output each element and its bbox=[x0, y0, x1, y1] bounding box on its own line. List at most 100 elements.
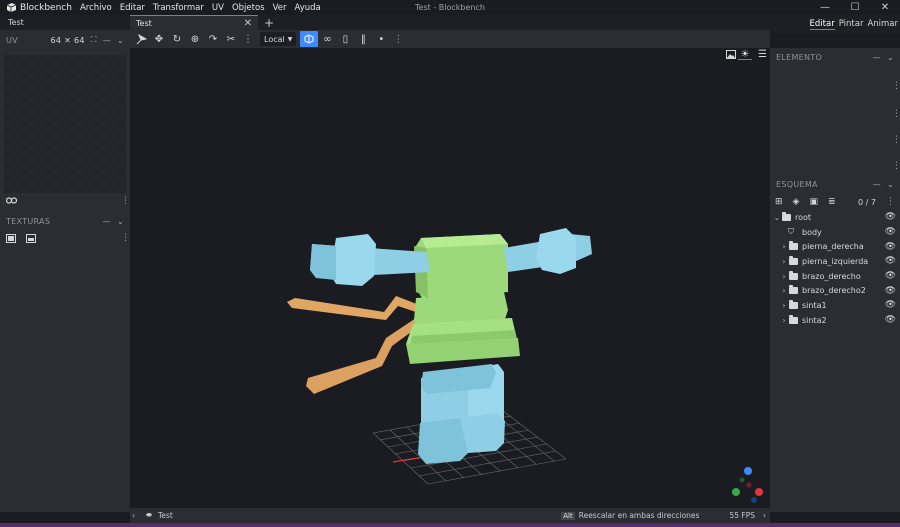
outliner-more-icon[interactable]: ⋮ bbox=[886, 197, 895, 207]
fullscreen-icon[interactable]: ⛶ bbox=[91, 35, 97, 45]
outliner-row-pierna-derecha[interactable]: › pierna_derecha 👁 bbox=[770, 239, 900, 254]
mode-pintar[interactable]: Pintar bbox=[839, 19, 864, 29]
chevron-right-icon[interactable]: › bbox=[779, 242, 789, 251]
eye-icon[interactable]: 👁 bbox=[885, 242, 896, 252]
menu-uv[interactable]: UV bbox=[212, 3, 224, 13]
eye-icon[interactable]: 👁 bbox=[885, 256, 896, 266]
new-tab-button[interactable]: + bbox=[264, 16, 274, 30]
minimize-panel-icon[interactable]: — bbox=[103, 217, 111, 226]
left-sidebar: Test UV 64 ✕ 64 ⛶ — ⌄ ⋮ TEXTURAS — ⌄ ⋮ bbox=[0, 15, 130, 512]
minimize-button[interactable]: — bbox=[810, 0, 840, 15]
link-icon[interactable] bbox=[5, 196, 18, 208]
blockbench-logo-icon bbox=[4, 0, 18, 15]
mirror-modeling-icon[interactable] bbox=[300, 31, 319, 47]
menu-archivo[interactable]: Archivo bbox=[80, 3, 112, 13]
foot-right-shape bbox=[418, 418, 468, 464]
menu-ayuda[interactable]: Ayuda bbox=[294, 3, 320, 13]
left-tab[interactable]: Test bbox=[0, 15, 130, 30]
chevron-down-icon[interactable]: ⌄ bbox=[772, 213, 782, 222]
transform-space-value: Local bbox=[264, 34, 285, 44]
vertex-snap-tool-icon[interactable]: ↷ bbox=[204, 31, 222, 47]
right-sidebar: Editar Pintar Animar ELEMENTO — ⌄ ⋮ ⋮ ⋮ … bbox=[770, 15, 900, 512]
outliner-row-sinta1[interactable]: › sinta1 👁 bbox=[770, 298, 900, 313]
add-cube-icon[interactable]: ⊞ bbox=[775, 197, 783, 207]
collapse-all-icon[interactable]: ≣ bbox=[828, 197, 836, 207]
uv-editor-canvas[interactable] bbox=[4, 55, 126, 193]
toolbar-more-icon[interactable]: ⋮ bbox=[243, 34, 253, 45]
tab-test[interactable]: Test ✕ bbox=[130, 15, 258, 30]
folder-icon bbox=[789, 255, 798, 265]
chevron-down-icon[interactable]: ⌄ bbox=[117, 217, 124, 226]
pivot-tool-icon[interactable]: ⊕ bbox=[186, 31, 204, 47]
textures-more-icon[interactable]: ⋮ bbox=[121, 233, 130, 243]
eye-icon[interactable]: 👁 bbox=[885, 286, 896, 296]
mode-editar[interactable]: Editar bbox=[809, 19, 835, 30]
outliner-row-brazo-derecho[interactable]: › brazo_derecho 👁 bbox=[770, 269, 900, 284]
menu-transformar[interactable]: Transformar bbox=[153, 3, 204, 13]
project-icon: ⬬ bbox=[146, 511, 152, 519]
transform-space-select[interactable]: Local ▼ bbox=[260, 32, 297, 46]
minimize-panel-icon[interactable]: — bbox=[873, 180, 881, 189]
chevron-right-icon[interactable]: › bbox=[779, 316, 789, 325]
chevron-left-icon[interactable]: ‹ bbox=[132, 511, 142, 520]
outliner-row-brazo-derecho2[interactable]: › brazo_derecho2 👁 bbox=[770, 283, 900, 298]
arm-left-cuff-shape bbox=[536, 228, 576, 274]
move-cross-tool-icon[interactable]: ✥ bbox=[150, 31, 168, 47]
menu-editar[interactable]: Editar bbox=[120, 3, 145, 13]
import-texture-icon[interactable] bbox=[6, 234, 16, 246]
mode-animar[interactable]: Animar bbox=[867, 19, 898, 29]
eye-icon[interactable]: 👁 bbox=[885, 227, 896, 237]
link-icon[interactable]: ∞ bbox=[318, 31, 336, 47]
folder-icon bbox=[789, 314, 798, 324]
chevron-down-icon[interactable]: ⌄ bbox=[887, 180, 894, 189]
close-window-button[interactable]: ✕ bbox=[870, 0, 900, 15]
status-project-name: Test bbox=[157, 511, 173, 520]
outliner-row-body[interactable]: ⛉ body 👁 bbox=[770, 225, 900, 240]
chevron-down-icon[interactable]: ⌄ bbox=[887, 53, 894, 62]
uv-size-label[interactable]: 64 ✕ 64 bbox=[51, 36, 85, 45]
axis-gizmo bbox=[732, 467, 763, 503]
chevron-right-icon[interactable]: › bbox=[779, 257, 789, 266]
eye-icon[interactable]: 👁 bbox=[885, 300, 896, 310]
add-group-icon[interactable]: ▣ bbox=[809, 197, 818, 207]
uv-more-icon[interactable]: ⋮ bbox=[121, 196, 130, 206]
outliner-item-label: sinta2 bbox=[802, 315, 827, 325]
element-more-icon[interactable]: ⋮ bbox=[892, 109, 900, 119]
element-more-icon[interactable]: ⋮ bbox=[892, 81, 900, 91]
menu-ver[interactable]: Ver bbox=[273, 3, 287, 13]
outliner-row-sinta2[interactable]: › sinta2 👁 bbox=[770, 313, 900, 328]
vertex-mode-icon[interactable]: • bbox=[372, 31, 390, 47]
scissors-tool-icon[interactable]: ✂ bbox=[222, 31, 240, 47]
eye-icon[interactable]: 👁 bbox=[885, 271, 896, 281]
outliner-item-label: pierna_izquierda bbox=[802, 256, 869, 266]
status-bar: ‹ ⬬ Test Alt Reescalar en ambas direccio… bbox=[130, 508, 770, 523]
element-more-icon[interactable]: ⋮ bbox=[892, 135, 900, 145]
rotate-tool-icon[interactable]: ↻ bbox=[168, 31, 186, 47]
add-mesh-icon[interactable]: ◈ bbox=[793, 197, 800, 207]
3d-viewport[interactable]: ☀ ☰ bbox=[130, 48, 770, 508]
move-tool-icon[interactable] bbox=[132, 31, 150, 47]
chevron-right-icon[interactable]: › bbox=[763, 511, 766, 520]
create-texture-icon[interactable] bbox=[26, 234, 36, 246]
maximize-button[interactable]: ☐ bbox=[840, 0, 870, 15]
toolbar-more-icon[interactable]: ⋮ bbox=[393, 34, 403, 45]
outliner-row-pierna-izquierda[interactable]: › pierna_izquierda 👁 bbox=[770, 254, 900, 269]
face-mode-icon[interactable]: ▯ bbox=[336, 31, 354, 47]
close-tab-icon[interactable]: ✕ bbox=[244, 18, 252, 29]
textures-panel-title: TEXTURAS bbox=[6, 216, 51, 226]
eye-icon[interactable]: 👁 bbox=[885, 315, 896, 325]
chevron-down-icon[interactable]: ⌄ bbox=[117, 36, 124, 45]
eye-icon[interactable]: 👁 bbox=[885, 212, 896, 222]
chevron-right-icon[interactable]: › bbox=[779, 286, 789, 295]
caret-down-icon: ▼ bbox=[287, 35, 293, 43]
minimize-panel-icon[interactable]: — bbox=[873, 53, 881, 62]
outliner-row-root[interactable]: ⌄ root 👁 bbox=[770, 210, 900, 225]
element-more-icon[interactable]: ⋮ bbox=[892, 161, 900, 171]
scene-render[interactable] bbox=[130, 48, 770, 508]
edge-mode-icon[interactable]: ‖ bbox=[354, 31, 372, 47]
minimize-panel-icon[interactable]: — bbox=[103, 36, 111, 45]
chevron-right-icon[interactable]: › bbox=[779, 272, 789, 281]
menu-objetos[interactable]: Objetos bbox=[232, 3, 265, 13]
chevron-right-icon[interactable]: › bbox=[779, 301, 789, 310]
ribbon2-shape bbox=[306, 318, 422, 394]
